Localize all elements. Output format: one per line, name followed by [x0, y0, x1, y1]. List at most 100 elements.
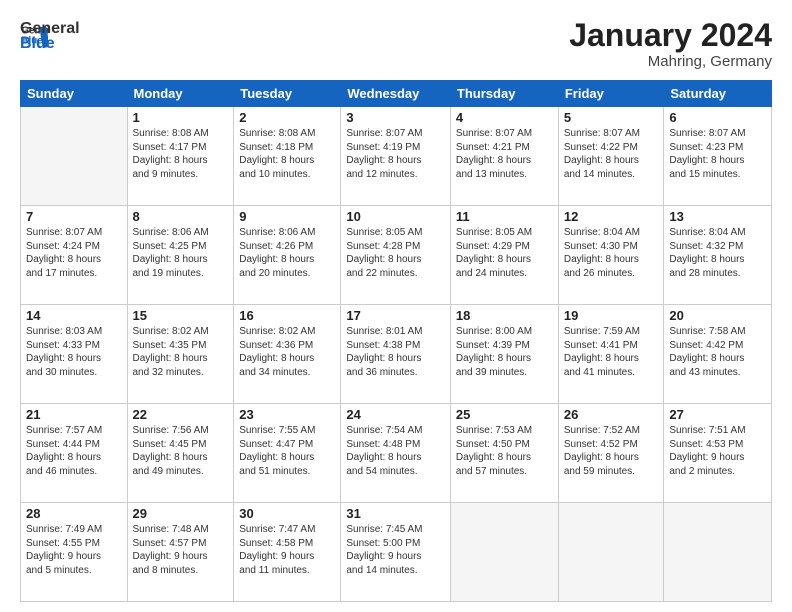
- month-title: January 2024: [569, 18, 772, 53]
- day-number: 22: [133, 407, 229, 422]
- day-number: 11: [456, 209, 553, 224]
- cell-4-1: 29 Sunrise: 7:48 AM Sunset: 4:57 PM Dayli…: [127, 503, 234, 602]
- cell-info: Sunrise: 8:07 AM Sunset: 4:23 PM Dayligh…: [669, 127, 766, 181]
- cell-4-4: [450, 503, 558, 602]
- day-number: 4: [456, 110, 553, 125]
- cell-0-0: [21, 107, 128, 206]
- day-number: 15: [133, 308, 229, 323]
- cell-1-0: 7Sunrise: 8:07 AM Sunset: 4:24 PM Daylig…: [21, 206, 128, 305]
- day-number: 25: [456, 407, 553, 422]
- cell-info: Sunrise: 8:05 AM Sunset: 4:29 PM Dayligh…: [456, 226, 553, 280]
- cell-info: Sunrise: 8:04 AM Sunset: 4:32 PM Dayligh…: [669, 226, 766, 280]
- cell-2-5: 19Sunrise: 7:59 AM Sunset: 4:41 PM Dayli…: [558, 305, 664, 404]
- cell-info: Sunrise: 8:06 AM Sunset: 4:26 PM Dayligh…: [239, 226, 335, 280]
- cell-0-1: 1 Sunrise: 8:08 AM Sunset: 4:17 PM Daylig…: [127, 107, 234, 206]
- cell-info: Sunrise: 8:08 AM Sunset: 4:17 PM Dayligh…: [133, 127, 229, 181]
- col-tuesday: Tuesday: [234, 81, 341, 107]
- day-number: 30: [239, 506, 335, 521]
- week-row-2: 14 Sunrise: 8:03 AM Sunset: 4:33 PM Dayli…: [21, 305, 772, 404]
- day-number: 18: [456, 308, 553, 323]
- cell-0-3: 3 Sunrise: 8:07 AM Sunset: 4:19 PM Daylig…: [341, 107, 451, 206]
- day-number: 6: [669, 110, 766, 125]
- day-number: 12: [564, 209, 659, 224]
- cell-1-5: 12 Sunrise: 8:04 AM Sunset: 4:30 PM Dayli…: [558, 206, 664, 305]
- cell-2-2: 16 Sunrise: 8:02 AM Sunset: 4:36 PM Dayli…: [234, 305, 341, 404]
- day-number: 9: [239, 209, 335, 224]
- cell-info: Sunrise: 8:07 AM Sunset: 4:22 PM Dayligh…: [564, 127, 659, 181]
- cell-info: Sunrise: 8:04 AM Sunset: 4:30 PM Dayligh…: [564, 226, 659, 280]
- cell-1-4: 11 Sunrise: 8:05 AM Sunset: 4:29 PM Dayli…: [450, 206, 558, 305]
- week-row-1: 7Sunrise: 8:07 AM Sunset: 4:24 PM Daylig…: [21, 206, 772, 305]
- day-number: 24: [346, 407, 445, 422]
- cell-info: Sunrise: 7:47 AM Sunset: 4:58 PM Dayligh…: [239, 523, 335, 577]
- cell-0-6: 6 Sunrise: 8:07 AM Sunset: 4:23 PM Daylig…: [664, 107, 772, 206]
- cell-info: Sunrise: 8:01 AM Sunset: 4:38 PM Dayligh…: [346, 325, 445, 379]
- week-row-0: 1 Sunrise: 8:08 AM Sunset: 4:17 PM Daylig…: [21, 107, 772, 206]
- calendar-body: 1 Sunrise: 8:08 AM Sunset: 4:17 PM Daylig…: [21, 107, 772, 602]
- day-number: 1: [133, 110, 229, 125]
- day-number: 5: [564, 110, 659, 125]
- col-wednesday: Wednesday: [341, 81, 451, 107]
- day-number: 20: [669, 308, 766, 323]
- day-number: 10: [346, 209, 445, 224]
- cell-0-5: 5 Sunrise: 8:07 AM Sunset: 4:22 PM Daylig…: [558, 107, 664, 206]
- cell-info: Sunrise: 8:02 AM Sunset: 4:35 PM Dayligh…: [133, 325, 229, 379]
- day-number: 8: [133, 209, 229, 224]
- cell-2-3: 17 Sunrise: 8:01 AM Sunset: 4:38 PM Dayli…: [341, 305, 451, 404]
- day-number: 16: [239, 308, 335, 323]
- cell-3-0: 21Sunrise: 7:57 AM Sunset: 4:44 PM Dayli…: [21, 404, 128, 503]
- cell-info: Sunrise: 8:00 AM Sunset: 4:39 PM Dayligh…: [456, 325, 553, 379]
- cell-info: Sunrise: 8:06 AM Sunset: 4:25 PM Dayligh…: [133, 226, 229, 280]
- cell-info: Sunrise: 8:07 AM Sunset: 4:19 PM Dayligh…: [346, 127, 445, 181]
- cell-3-1: 22 Sunrise: 7:56 AM Sunset: 4:45 PM Dayli…: [127, 404, 234, 503]
- location-title: Mahring, Germany: [569, 53, 772, 70]
- day-number: 14: [26, 308, 122, 323]
- cell-info: Sunrise: 8:07 AM Sunset: 4:24 PM Dayligh…: [26, 226, 122, 280]
- week-row-3: 21Sunrise: 7:57 AM Sunset: 4:44 PM Dayli…: [21, 404, 772, 503]
- cell-info: Sunrise: 7:53 AM Sunset: 4:50 PM Dayligh…: [456, 424, 553, 478]
- cell-info: Sunrise: 7:48 AM Sunset: 4:57 PM Dayligh…: [133, 523, 229, 577]
- col-monday: Monday: [127, 81, 234, 107]
- cell-info: Sunrise: 7:55 AM Sunset: 4:47 PM Dayligh…: [239, 424, 335, 478]
- col-thursday: Thursday: [450, 81, 558, 107]
- cell-0-2: 2Sunrise: 8:08 AM Sunset: 4:18 PM Daylig…: [234, 107, 341, 206]
- cell-3-4: 25 Sunrise: 7:53 AM Sunset: 4:50 PM Dayli…: [450, 404, 558, 503]
- cell-1-3: 10Sunrise: 8:05 AM Sunset: 4:28 PM Dayli…: [341, 206, 451, 305]
- day-number: 31: [346, 506, 445, 521]
- day-number: 23: [239, 407, 335, 422]
- col-friday: Friday: [558, 81, 664, 107]
- logo-text-block: General Blue: [20, 20, 80, 52]
- day-number: 3: [346, 110, 445, 125]
- cell-3-6: 27Sunrise: 7:51 AM Sunset: 4:53 PM Dayli…: [664, 404, 772, 503]
- cell-3-2: 23 Sunrise: 7:55 AM Sunset: 4:47 PM Dayli…: [234, 404, 341, 503]
- day-number: 21: [26, 407, 122, 422]
- cell-info: Sunrise: 8:03 AM Sunset: 4:33 PM Dayligh…: [26, 325, 122, 379]
- header: General Blue General Blue General Blue J…: [20, 18, 772, 70]
- day-number: 17: [346, 308, 445, 323]
- cell-info: Sunrise: 7:56 AM Sunset: 4:45 PM Dayligh…: [133, 424, 229, 478]
- day-number: 29: [133, 506, 229, 521]
- cell-1-6: 13Sunrise: 8:04 AM Sunset: 4:32 PM Dayli…: [664, 206, 772, 305]
- cell-info: Sunrise: 7:54 AM Sunset: 4:48 PM Dayligh…: [346, 424, 445, 478]
- cell-2-4: 18 Sunrise: 8:00 AM Sunset: 4:39 PM Dayli…: [450, 305, 558, 404]
- cell-0-4: 4Sunrise: 8:07 AM Sunset: 4:21 PM Daylig…: [450, 107, 558, 206]
- cell-info: Sunrise: 8:02 AM Sunset: 4:36 PM Dayligh…: [239, 325, 335, 379]
- cell-3-5: 26 Sunrise: 7:52 AM Sunset: 4:52 PM Dayli…: [558, 404, 664, 503]
- col-saturday: Saturday: [664, 81, 772, 107]
- day-number: 27: [669, 407, 766, 422]
- cell-4-0: 28 Sunrise: 7:49 AM Sunset: 4:55 PM Dayli…: [21, 503, 128, 602]
- cell-1-1: 8 Sunrise: 8:06 AM Sunset: 4:25 PM Daylig…: [127, 206, 234, 305]
- day-number: 19: [564, 308, 659, 323]
- cell-3-3: 24 Sunrise: 7:54 AM Sunset: 4:48 PM Dayli…: [341, 404, 451, 503]
- cell-4-2: 30 Sunrise: 7:47 AM Sunset: 4:58 PM Dayli…: [234, 503, 341, 602]
- week-row-4: 28 Sunrise: 7:49 AM Sunset: 4:55 PM Dayli…: [21, 503, 772, 602]
- cell-info: Sunrise: 8:08 AM Sunset: 4:18 PM Dayligh…: [239, 127, 335, 181]
- logo: General Blue General Blue: [20, 18, 80, 52]
- cell-info: Sunrise: 7:49 AM Sunset: 4:55 PM Dayligh…: [26, 523, 122, 577]
- cell-2-0: 14 Sunrise: 8:03 AM Sunset: 4:33 PM Dayli…: [21, 305, 128, 404]
- cell-info: Sunrise: 7:52 AM Sunset: 4:52 PM Dayligh…: [564, 424, 659, 478]
- header-row: Sunday Monday Tuesday Wednesday Thursday…: [21, 81, 772, 107]
- title-block: January 2024 Mahring, Germany: [569, 18, 772, 70]
- day-number: 26: [564, 407, 659, 422]
- day-number: 28: [26, 506, 122, 521]
